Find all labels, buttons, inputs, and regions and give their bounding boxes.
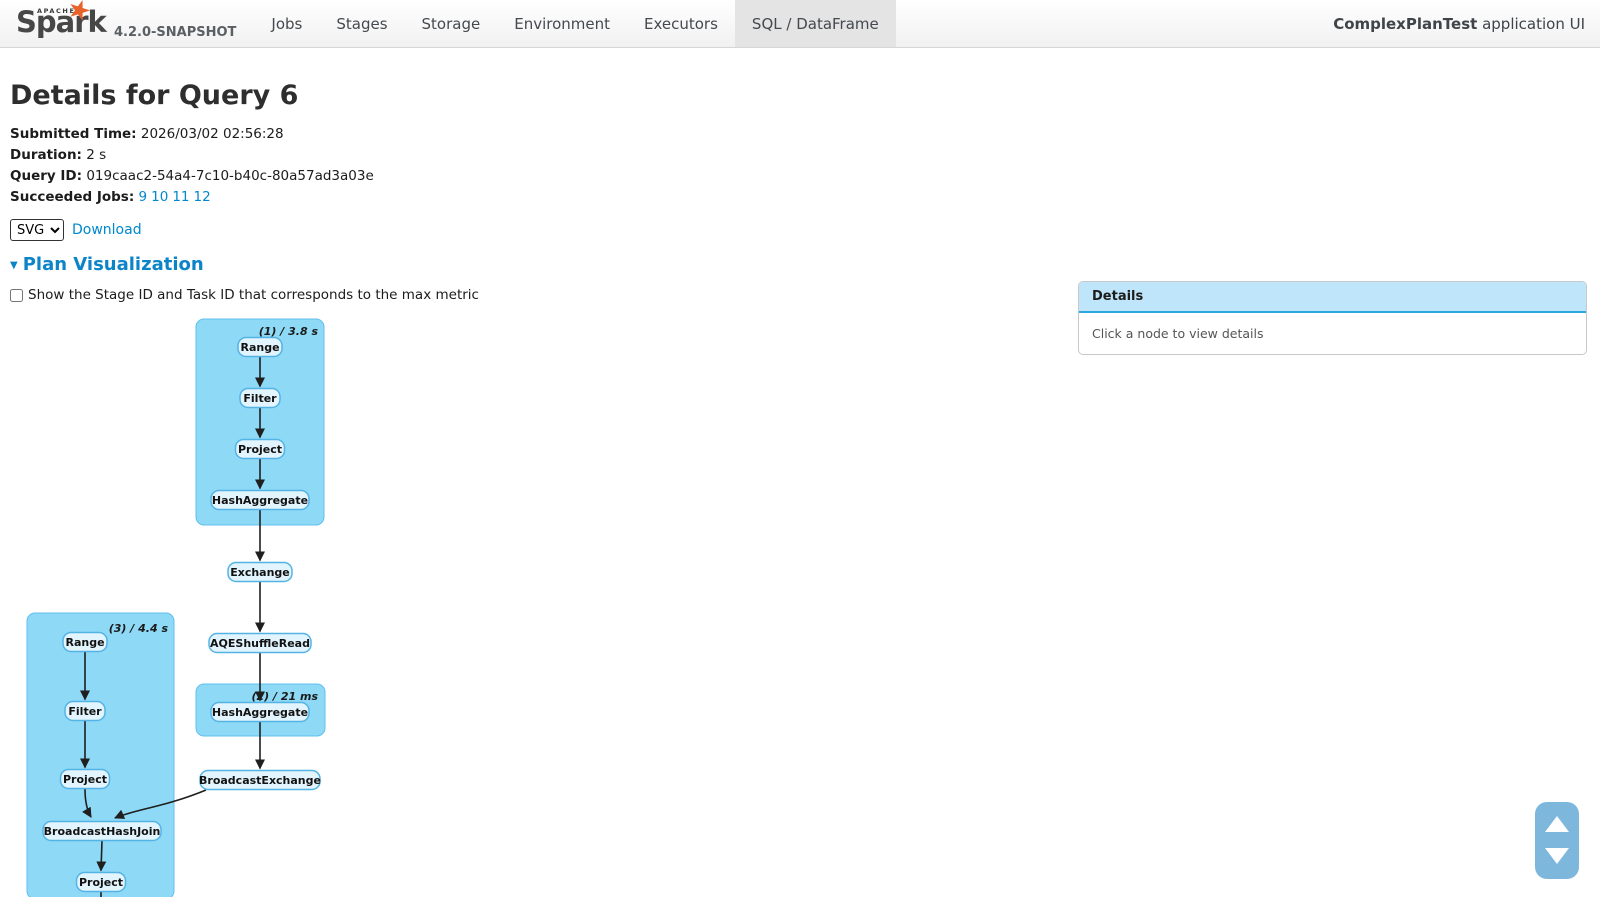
top-navbar: APACHE Spark ★ 4.2.0-SNAPSHOT Jobs Stage… (0, 0, 1600, 48)
query-id-value: 019caac2-54a4-7c10-b40c-80a57ad3a03e (86, 168, 373, 184)
scroll-down-button[interactable] (1544, 848, 1570, 865)
plan-node-filter[interactable]: Filter (240, 389, 280, 408)
plan-node-label: Range (240, 341, 279, 354)
plan-node-label: Project (63, 773, 107, 786)
plan-node-label: AQEShuffleRead (210, 637, 310, 650)
stage-task-checkbox-label[interactable]: Show the Stage ID and Task ID that corre… (28, 287, 479, 303)
collapse-caret-icon: ▼ (10, 260, 18, 271)
app-title-suffix: application UI (1477, 15, 1585, 33)
plan-node-broadcastexchange[interactable]: BroadcastExchange (199, 771, 321, 790)
job-link-10[interactable]: 10 (151, 189, 168, 205)
plan-node-project[interactable]: Project (77, 873, 126, 892)
plan-node-label: HashAggregate (212, 706, 308, 719)
plan-node-hashaggregate[interactable]: HashAggregate (211, 491, 309, 510)
stage-task-checkbox[interactable] (10, 289, 23, 302)
plan-node-filter[interactable]: Filter (65, 702, 105, 721)
plan-cluster: (3) / 4.4 s (27, 613, 174, 897)
arrow-down-icon (1545, 848, 1569, 864)
details-panel: Details Click a node to view details (1078, 281, 1587, 355)
tab-stages[interactable]: Stages (319, 0, 404, 47)
succeeded-jobs-label: Succeeded Jobs: (10, 189, 134, 205)
submitted-time-value: 2026/03/02 02:56:28 (141, 126, 284, 142)
plan-node-hashaggregate[interactable]: HashAggregate (211, 703, 309, 722)
submitted-time-label: Submitted Time: (10, 126, 137, 142)
tab-sql-dataframe[interactable]: SQL / DataFrame (735, 0, 896, 47)
arrow-up-icon (1545, 816, 1569, 832)
spark-logo-text: Spark (16, 8, 106, 37)
spark-version: 4.2.0-SNAPSHOT (114, 25, 236, 47)
succeeded-jobs-line: Succeeded Jobs: 91011 12 (10, 187, 1600, 208)
submitted-time-line: Submitted Time: 2026/03/02 02:56:28 (10, 124, 1600, 145)
plan-node-broadcasthashjoin[interactable]: BroadcastHashJoin (43, 822, 161, 841)
plan-scroll-widget (1535, 802, 1579, 879)
tab-executors[interactable]: Executors (627, 0, 735, 47)
plan-node-range[interactable]: Range (238, 338, 282, 357)
main-content: Details for Query 6 Submitted Time: 2026… (0, 80, 1600, 303)
plan-node-label: Project (238, 443, 282, 456)
scroll-up-button[interactable] (1544, 816, 1570, 833)
download-toolbar: SVG Download (10, 219, 1600, 241)
plan-node-label: Filter (243, 392, 277, 405)
duration-line: Duration: 2 s (10, 145, 1600, 166)
tab-environment[interactable]: Environment (497, 0, 627, 47)
plan-node-aqeshuffleread[interactable]: AQEShuffleRead (209, 634, 311, 653)
download-format-select[interactable]: SVG (10, 219, 64, 241)
plan-node-project[interactable]: Project (236, 440, 285, 459)
plan-visualization-title: Plan Visualization (23, 254, 204, 275)
duration-value: 2 s (86, 147, 106, 163)
plan-node-project[interactable]: Project (61, 770, 110, 789)
plan-edge (101, 841, 102, 871)
plan-node-label: BroadcastExchange (199, 774, 321, 787)
app-name: ComplexPlanTest (1333, 15, 1477, 33)
query-id-label: Query ID: (10, 168, 82, 184)
plan-node-label: Exchange (230, 566, 290, 579)
details-panel-placeholder: Click a node to view details (1079, 313, 1586, 354)
plan-visualization-heading[interactable]: ▼ Plan Visualization (10, 254, 1600, 275)
download-link[interactable]: Download (72, 222, 142, 238)
page-title: Details for Query 6 (10, 80, 1600, 111)
job-link-9[interactable]: 9 (139, 189, 148, 205)
plan-cluster-label: (3) / 4.4 s (109, 622, 169, 635)
details-panel-header: Details (1079, 282, 1586, 313)
plan-node-label: Range (65, 636, 104, 649)
nav-tabs: Jobs Stages Storage Environment Executor… (254, 0, 895, 47)
app-title: ComplexPlanTest application UI (1333, 0, 1600, 47)
plan-node-label: Filter (68, 705, 102, 718)
job-link-12[interactable]: 12 (194, 189, 211, 205)
plan-visualization-graph: (1) / 3.8 s (2) / 21 ms (3) / 4.4 s Range Fi… (0, 305, 600, 897)
plan-node-label: BroadcastHashJoin (44, 825, 161, 838)
plan-node-label: HashAggregate (212, 494, 308, 507)
tab-storage[interactable]: Storage (405, 0, 498, 47)
duration-label: Duration: (10, 147, 82, 163)
spark-logo[interactable]: APACHE Spark ★ (10, 0, 106, 48)
plan-node-label: Project (79, 876, 123, 889)
query-id-line: Query ID: 019caac2-54a4-7c10-b40c-80a57a… (10, 166, 1600, 187)
plan-node-range[interactable]: Range (63, 633, 107, 652)
plan-cluster-label: (1) / 3.8 s (259, 325, 319, 338)
tab-jobs[interactable]: Jobs (254, 0, 319, 47)
plan-node-exchange[interactable]: Exchange (228, 563, 292, 582)
plan-cluster-label: (2) / 21 ms (251, 690, 318, 703)
job-link-11[interactable]: 11 (172, 189, 189, 205)
